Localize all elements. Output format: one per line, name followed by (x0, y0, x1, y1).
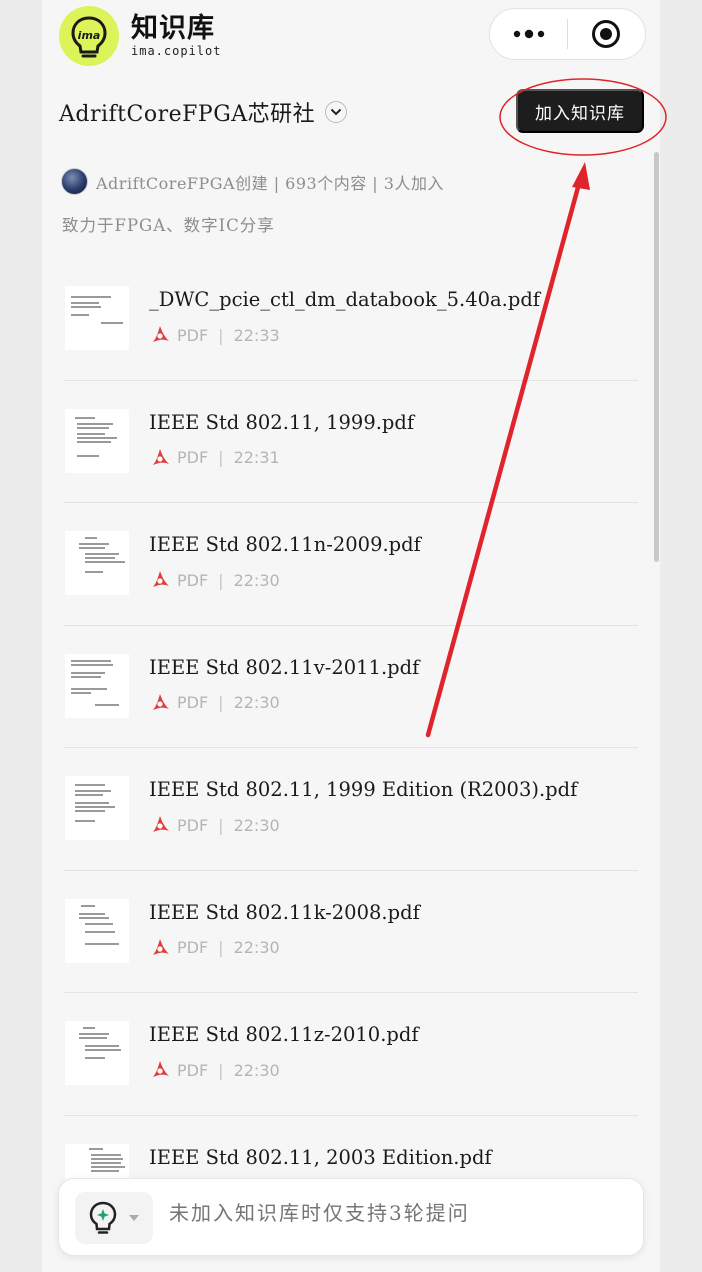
list-item[interactable]: _DWC_pcie_ctl_dm_databook_5.40a.pdf PDF | 2… (64, 258, 638, 381)
caret-down-icon (129, 1215, 139, 1221)
meta-separator: | (218, 570, 224, 590)
meta-separator: | (218, 693, 224, 712)
pdf-icon (153, 938, 169, 955)
file-type: PDF (177, 325, 209, 345)
ima-logo-icon: ima (59, 6, 119, 66)
file-thumbnail (65, 653, 129, 718)
list-item[interactable]: IEEE Std 802.11, 1999 Edition (R2003).pd… (64, 748, 638, 871)
file-thumbnail (65, 286, 129, 350)
file-time: 22:33 (233, 325, 280, 345)
pdf-icon (153, 1061, 169, 1077)
file-name: IEEE Std 802.11n-2009.pdf (149, 533, 421, 556)
file-name: IEEE Std 802.11, 1999 Edition (R2003).pd… (149, 778, 578, 801)
avatar[interactable] (61, 168, 88, 195)
file-meta: PDF | 22:30 (150, 1060, 280, 1080)
file-thumbnail (65, 1021, 129, 1085)
target-circle-icon[interactable] (568, 9, 645, 59)
file-name: IEEE Std 802.11k-2008.pdf (149, 900, 420, 924)
meta-separator: | (218, 938, 224, 957)
app-title: 知识库 (131, 13, 215, 44)
file-meta: PDF | 22:30 (150, 693, 280, 713)
file-name: IEEE Std 802.11z-2010.pdf (149, 1023, 419, 1046)
pdf-icon (153, 816, 169, 832)
file-meta: PDF | 22:33 (150, 325, 280, 345)
join-kb-button[interactable]: 加入知识库 (516, 89, 644, 133)
file-type: PDF (177, 938, 209, 957)
meta-separator: | (218, 815, 224, 835)
file-time: 22:31 (233, 448, 280, 467)
file-type: PDF (177, 570, 209, 590)
file-type: PDF (177, 1060, 209, 1080)
kb-meta-row: AdriftCoreFPGA创建 | 693个内容 | 3人加入 (61, 168, 444, 195)
ai-bulb-icon (89, 1201, 117, 1234)
file-name: IEEE Std 802.11v-2011.pdf (149, 655, 420, 679)
svg-text:ima: ima (78, 29, 101, 42)
kb-meta: AdriftCoreFPGA创建 | 693个内容 | 3人加入 (96, 173, 444, 193)
chevron-down-icon[interactable] (325, 101, 348, 123)
ask-bar (58, 1178, 644, 1256)
file-thumbnail (65, 531, 129, 595)
file-thumbnail (65, 898, 129, 963)
file-type: PDF (177, 693, 209, 712)
list-item[interactable]: IEEE Std 802.11v-2011.pdf PDF | 22:30 (64, 626, 638, 748)
file-type: PDF (177, 448, 209, 467)
file-thumbnail (65, 408, 129, 473)
kb-title: AdriftCoreFPGA芯研社 (59, 102, 316, 127)
file-name: IEEE Std 802.11, 1999.pdf (149, 410, 415, 434)
list-item[interactable]: IEEE Std 802.11n-2009.pdf PDF | 22:30 (64, 503, 638, 626)
ask-input[interactable] (169, 1201, 609, 1225)
model-selector-button[interactable] (75, 1192, 153, 1244)
file-time: 22:30 (233, 815, 280, 835)
pdf-icon (153, 448, 169, 465)
app-subtitle: ima.copilot (131, 44, 222, 58)
pdf-icon (153, 693, 169, 710)
file-list: _DWC_pcie_ctl_dm_databook_5.40a.pdf PDF | 2… (64, 258, 638, 1238)
file-name: IEEE Std 802.11, 2003 Edition.pdf (149, 1145, 492, 1169)
kb-description: 致力于FPGA、数字IC分享 (62, 216, 275, 235)
list-item[interactable]: IEEE Std 802.11, 1999.pdf PDF | 22:31 (64, 381, 638, 503)
knowledge-base-page: ima 知识库 ima.copilot AdriftCoreFPGA芯研社 加入… (42, 0, 660, 1272)
list-item[interactable]: IEEE Std 802.11z-2010.pdf PDF | 22:30 (64, 993, 638, 1116)
file-time: 22:30 (233, 938, 280, 957)
file-meta: PDF | 22:30 (150, 815, 280, 835)
file-time: 22:30 (233, 570, 280, 590)
meta-separator: | (218, 448, 224, 467)
app-logo: ima 知识库 ima.copilot (59, 6, 221, 66)
file-time: 22:30 (233, 693, 280, 712)
pdf-icon (153, 571, 169, 587)
file-thumbnail (65, 776, 129, 840)
meta-separator: | (218, 1060, 224, 1080)
list-item[interactable]: IEEE Std 802.11k-2008.pdf PDF | 22:30 (64, 871, 638, 993)
kb-title-row[interactable]: AdriftCoreFPGA芯研社 (59, 96, 348, 128)
more-dots-icon[interactable] (490, 9, 567, 59)
file-meta: PDF | 22:30 (150, 938, 280, 958)
file-meta: PDF | 22:31 (150, 448, 280, 468)
mini-program-capsule (489, 8, 646, 60)
pdf-icon (153, 326, 169, 342)
scrollbar[interactable] (654, 152, 659, 562)
meta-separator: | (218, 325, 224, 345)
file-time: 22:30 (233, 1060, 280, 1080)
file-type: PDF (177, 815, 209, 835)
file-name: _DWC_pcie_ctl_dm_databook_5.40a.pdf (149, 288, 541, 311)
file-meta: PDF | 22:30 (150, 570, 280, 590)
